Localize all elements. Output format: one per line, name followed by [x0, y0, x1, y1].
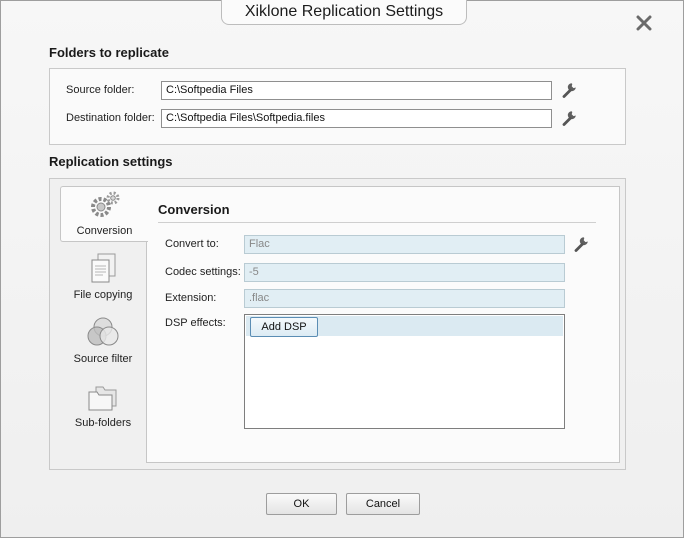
dsp-effects-label: DSP effects:: [165, 317, 226, 329]
tab-sub-folders[interactable]: Sub-folders: [60, 377, 146, 433]
replication-section-title: Replication settings: [49, 154, 173, 169]
close-button[interactable]: [633, 12, 655, 34]
documents-icon: [91, 253, 116, 283]
folders-group: Source folder: C:\Softpedia Files Destin…: [49, 68, 626, 145]
wrench-icon: [562, 111, 576, 126]
tab-file-copying[interactable]: File copying: [60, 249, 146, 305]
wrench-icon: [574, 237, 588, 252]
settings-window: Xiklone Replication Settings Folders to …: [0, 0, 684, 538]
conversion-title: Conversion: [158, 202, 230, 217]
replication-tabs-panel: Conversion File copying Source filter Su…: [49, 178, 626, 470]
tab-file-copying-label: File copying: [73, 289, 133, 301]
conversion-divider: [158, 222, 596, 223]
filter-circles-icon: [87, 317, 119, 346]
close-icon: [636, 15, 652, 31]
destination-folder-label: Destination folder:: [66, 112, 155, 124]
source-folder-input[interactable]: C:\Softpedia Files: [161, 81, 552, 100]
wrench-icon: [562, 83, 576, 98]
destination-folder-input[interactable]: C:\Softpedia Files\Softpedia.files: [161, 109, 552, 128]
dsp-effects-list[interactable]: Add DSP: [244, 314, 565, 429]
destination-browse-button[interactable]: [560, 109, 578, 127]
codec-settings-label: Codec settings:: [165, 266, 241, 278]
tab-sub-folders-label: Sub-folders: [74, 417, 132, 429]
tab-conversion[interactable]: Conversion: [60, 186, 148, 242]
convert-to-label: Convert to:: [165, 238, 219, 250]
convert-to-field[interactable]: Flac: [244, 235, 565, 254]
tab-source-filter[interactable]: Source filter: [60, 313, 146, 369]
source-folder-label: Source folder:: [66, 84, 135, 96]
folders-section-title: Folders to replicate: [49, 45, 169, 60]
extension-label: Extension:: [165, 292, 217, 304]
conversion-pane: Conversion Convert to: Flac Codec settin…: [146, 186, 620, 463]
add-dsp-button[interactable]: Add DSP: [250, 317, 318, 337]
gears-icon: [90, 191, 119, 217]
window-title: Xiklone Replication Settings: [221, 0, 467, 25]
source-browse-button[interactable]: [560, 81, 578, 99]
tab-conversion-label: Conversion: [76, 225, 133, 237]
convert-to-configure-button[interactable]: [572, 235, 590, 253]
folders-icon: [88, 386, 117, 411]
extension-field[interactable]: .flac: [244, 289, 565, 308]
tab-source-filter-label: Source filter: [73, 353, 133, 365]
cancel-button[interactable]: Cancel: [346, 493, 420, 515]
codec-settings-field[interactable]: -5: [244, 263, 565, 282]
ok-button[interactable]: OK: [266, 493, 337, 515]
